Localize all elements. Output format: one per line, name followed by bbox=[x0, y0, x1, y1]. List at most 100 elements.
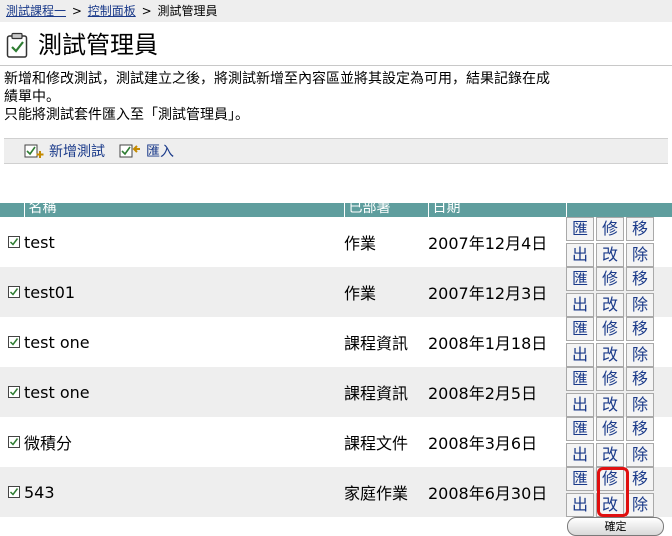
header-name[interactable]: 名稱 bbox=[24, 203, 345, 217]
row-check-icon bbox=[0, 417, 24, 467]
modify-button-bottom[interactable]: 改 bbox=[596, 293, 624, 317]
modify-button-bottom[interactable]: 改 bbox=[596, 493, 624, 517]
page-header: 測試管理員 bbox=[6, 28, 158, 62]
add-test-label: 新增測試 bbox=[49, 144, 105, 160]
remove-button-top[interactable]: 移 bbox=[626, 467, 654, 491]
row-actions: 匯 修 移 出 改 除 bbox=[566, 367, 672, 417]
modify-button-bottom[interactable]: 改 bbox=[596, 443, 624, 467]
remove-button-bottom[interactable]: 除 bbox=[626, 343, 654, 367]
row-actions: 匯 修 移 出 改 除 bbox=[566, 417, 672, 467]
cell-deployed: 課程資訊 bbox=[344, 317, 428, 367]
add-test-icon bbox=[24, 144, 44, 158]
modify-button-top[interactable]: 修 bbox=[596, 467, 624, 491]
modify-button-bottom[interactable]: 改 bbox=[596, 243, 624, 267]
header-actions bbox=[566, 203, 672, 217]
description-line: 績單中。 bbox=[4, 89, 60, 105]
remove-button-bottom[interactable]: 除 bbox=[626, 293, 654, 317]
cell-date: 2008年3月6日 bbox=[428, 417, 566, 467]
export-button-bottom[interactable]: 出 bbox=[566, 343, 594, 367]
description-line: 新增和修改測試，測試建立之後，將測試新增至內容區並將其設定為可用，結果記錄在成 bbox=[4, 71, 550, 87]
cell-name: test one bbox=[24, 317, 344, 367]
cell-deployed: 課程文件 bbox=[344, 417, 428, 467]
export-button-bottom[interactable]: 出 bbox=[566, 293, 594, 317]
remove-button-bottom[interactable]: 除 bbox=[626, 493, 654, 517]
table-row: test one 課程資訊 2008年1月18日 匯 修 移 出 改 除 bbox=[0, 317, 672, 367]
cell-name: test01 bbox=[24, 267, 344, 317]
page-title: 測試管理員 bbox=[38, 31, 158, 59]
remove-button-bottom[interactable]: 除 bbox=[626, 443, 654, 467]
breadcrumb-separator: > bbox=[71, 4, 82, 18]
row-actions: 匯 修 移 出 改 除 bbox=[566, 267, 672, 317]
breadcrumb: 測試課程一 > 控制面板 > 測試管理員 bbox=[0, 0, 672, 22]
cell-deployed: 作業 bbox=[344, 267, 428, 317]
modify-button-top[interactable]: 修 bbox=[596, 217, 624, 241]
row-check-icon bbox=[0, 217, 24, 267]
export-button-bottom[interactable]: 出 bbox=[566, 243, 594, 267]
cell-name: 微積分 bbox=[24, 417, 344, 467]
cell-date: 2008年6月30日 bbox=[428, 467, 566, 517]
row-actions: 匯 修 移 出 改 除 bbox=[566, 217, 672, 267]
table-row: test 作業 2007年12月4日 匯 修 移 出 改 除 bbox=[0, 217, 672, 267]
import-label: 匯入 bbox=[146, 144, 174, 160]
ok-button[interactable]: 確定 bbox=[567, 517, 664, 536]
header-check bbox=[0, 203, 25, 217]
cell-name: test bbox=[24, 217, 344, 267]
modify-button-top[interactable]: 修 bbox=[596, 317, 624, 341]
header-date[interactable]: 日期 bbox=[428, 203, 567, 217]
remove-button-bottom[interactable]: 除 bbox=[626, 243, 654, 267]
export-button-top[interactable]: 匯 bbox=[566, 417, 594, 441]
tests-table: 名稱 已部署 日期 test 作業 2007年12月4日 匯 修 移 出 改 除… bbox=[0, 203, 672, 517]
description-line: 只能將測試套件匯入至「測試管理員」。 bbox=[4, 107, 249, 123]
modify-button-top[interactable]: 修 bbox=[596, 417, 624, 441]
export-button-top[interactable]: 匯 bbox=[566, 317, 594, 341]
remove-button-top[interactable]: 移 bbox=[626, 267, 654, 291]
modify-button-top[interactable]: 修 bbox=[596, 267, 624, 291]
table-header-row: 名稱 已部署 日期 bbox=[0, 203, 672, 217]
export-button-top[interactable]: 匯 bbox=[566, 367, 594, 391]
cell-date: 2008年1月18日 bbox=[428, 317, 566, 367]
import-button[interactable]: 匯入 bbox=[119, 141, 174, 161]
export-button-top[interactable]: 匯 bbox=[566, 267, 594, 291]
cell-deployed: 課程資訊 bbox=[344, 367, 428, 417]
row-check-icon bbox=[0, 367, 24, 417]
row-check-icon bbox=[0, 267, 24, 317]
table-row: 543 家庭作業 2008年6月30日 匯 修 移 出 改 除 bbox=[0, 467, 672, 517]
header-deployed[interactable]: 已部署 bbox=[344, 203, 429, 217]
page-description: 新增和修改測試，測試建立之後，將測試新增至內容區並將其設定為可用，結果記錄在成 … bbox=[4, 70, 668, 124]
remove-button-top[interactable]: 移 bbox=[626, 367, 654, 391]
export-button-bottom[interactable]: 出 bbox=[566, 443, 594, 467]
cell-date: 2007年12月4日 bbox=[428, 217, 566, 267]
action-bar: 新增測試 匯入 bbox=[4, 138, 668, 164]
breadcrumb-course-link[interactable]: 測試課程一 bbox=[6, 4, 66, 18]
cell-date: 2007年12月3日 bbox=[428, 267, 566, 317]
remove-button-top[interactable]: 移 bbox=[626, 317, 654, 341]
remove-button-top[interactable]: 移 bbox=[626, 217, 654, 241]
export-button-bottom[interactable]: 出 bbox=[566, 393, 594, 417]
cell-name: 543 bbox=[24, 467, 344, 517]
row-check-icon bbox=[0, 467, 24, 517]
modify-button-bottom[interactable]: 改 bbox=[596, 393, 624, 417]
cell-deployed: 作業 bbox=[344, 217, 428, 267]
modify-button-top[interactable]: 修 bbox=[596, 367, 624, 391]
modify-button-bottom[interactable]: 改 bbox=[596, 343, 624, 367]
row-actions: 匯 修 移 出 改 除 bbox=[566, 317, 672, 367]
cell-name: test one bbox=[24, 367, 344, 417]
cell-deployed: 家庭作業 bbox=[344, 467, 428, 517]
add-test-button[interactable]: 新增測試 bbox=[24, 141, 105, 161]
export-button-top[interactable]: 匯 bbox=[566, 217, 594, 241]
table-row: test01 作業 2007年12月3日 匯 修 移 出 改 除 bbox=[0, 267, 672, 317]
remove-button-bottom[interactable]: 除 bbox=[626, 393, 654, 417]
export-button-bottom[interactable]: 出 bbox=[566, 493, 594, 517]
row-actions: 匯 修 移 出 改 除 bbox=[566, 467, 672, 517]
import-icon bbox=[119, 144, 140, 158]
row-check-icon bbox=[0, 317, 24, 367]
breadcrumb-control-panel-link[interactable]: 控制面板 bbox=[88, 4, 136, 18]
remove-button-top[interactable]: 移 bbox=[626, 417, 654, 441]
divider bbox=[0, 65, 672, 66]
breadcrumb-separator: > bbox=[141, 4, 152, 18]
breadcrumb-current: 測試管理員 bbox=[157, 4, 218, 18]
table-row: 微積分 課程文件 2008年3月6日 匯 修 移 出 改 除 bbox=[0, 417, 672, 467]
export-button-top[interactable]: 匯 bbox=[566, 467, 594, 491]
clipboard-check-icon bbox=[6, 32, 28, 58]
table-row: test one 課程資訊 2008年2月5日 匯 修 移 出 改 除 bbox=[0, 367, 672, 417]
